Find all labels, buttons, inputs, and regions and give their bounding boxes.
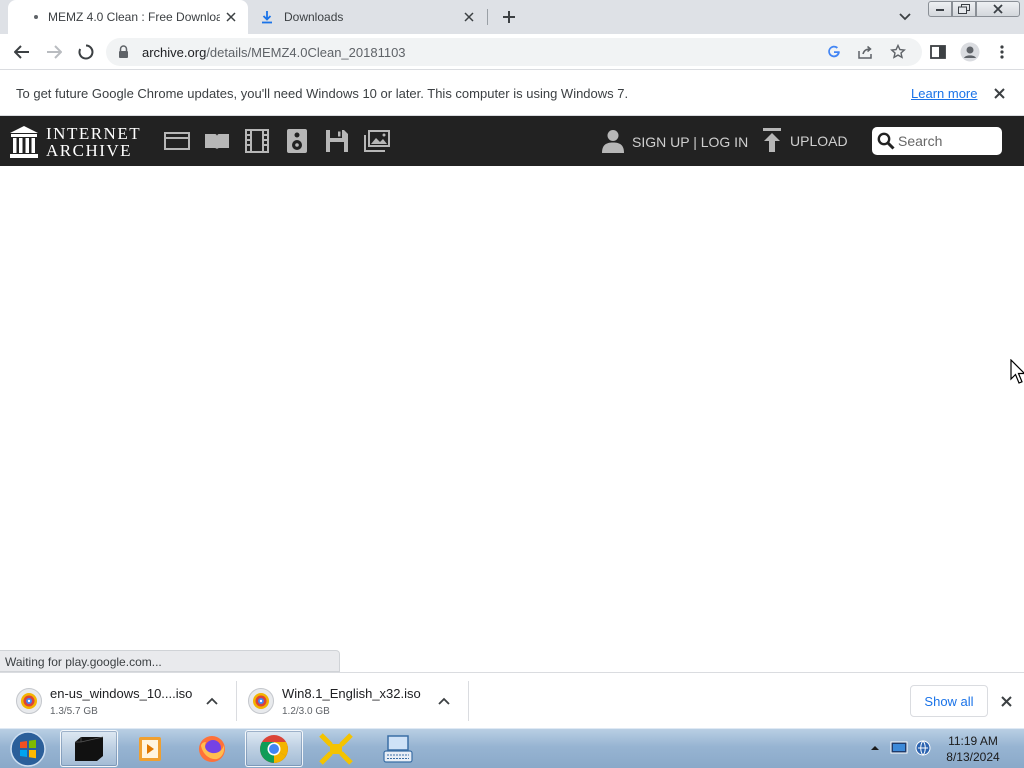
tab-title: MEMZ 4.0 Clean : Free Download: [48, 10, 220, 24]
download-meta: Win8.1_English_x32.iso 1.2/3.0 GB: [282, 686, 434, 717]
taskbar-keyboard-app[interactable]: [369, 730, 427, 767]
stop-loading-button[interactable]: [74, 40, 98, 64]
taskbar-firefox[interactable]: [183, 730, 241, 767]
download-separator: [468, 681, 469, 721]
side-panel-button[interactable]: [926, 40, 950, 64]
window-restore-button[interactable]: [952, 1, 976, 17]
sign-up-label: SIGN UP | LOG IN: [632, 134, 749, 150]
download-meta: en-us_windows_10....iso 1.3/5.7 GB: [50, 686, 202, 717]
ia-logo-text: INTERNET ARCHIVE: [46, 125, 141, 159]
download-progress: 1.3/5.7 GB: [50, 705, 98, 717]
chrome-icon: [260, 734, 288, 763]
forward-button[interactable]: [42, 40, 66, 64]
tab-close-icon[interactable]: [458, 6, 480, 28]
lock-icon[interactable]: [118, 45, 129, 64]
infobar-close-icon[interactable]: [990, 84, 1008, 102]
download-filename: Win8.1_English_x32.iso: [282, 685, 421, 701]
upload-link[interactable]: UPLOAD: [762, 128, 848, 152]
download-shelf: en-us_windows_10....iso 1.3/5.7 GB Win8.…: [0, 672, 1024, 728]
status-bubble: Waiting for play.google.com...: [0, 650, 340, 672]
media-player-icon: [139, 736, 161, 761]
web-icon[interactable]: [163, 128, 191, 154]
menu-kebab-icon[interactable]: [990, 40, 1014, 64]
ia-logo[interactable]: INTERNET ARCHIVE: [10, 125, 141, 159]
bookmark-star-icon[interactable]: [889, 43, 907, 61]
show-all-button[interactable]: Show all: [910, 685, 988, 717]
download-item[interactable]: Win8.1_English_x32.iso 1.2/3.0 GB: [232, 673, 454, 729]
update-infobar: To get future Google Chrome updates, you…: [0, 71, 1024, 116]
tab-separator: [487, 9, 488, 25]
profile-avatar[interactable]: [958, 40, 982, 64]
sign-up-login-link[interactable]: SIGN UP | LOG IN: [602, 129, 748, 153]
search-input[interactable]: [898, 131, 996, 151]
infobar-message: To get future Google Chrome updates, you…: [16, 86, 629, 101]
back-button[interactable]: [10, 40, 34, 64]
tab-strip: MEMZ 4.0 Clean : Free Download Downloads: [0, 0, 1024, 34]
taskbar-terminal[interactable]: [60, 730, 118, 767]
windows-orb-icon: [10, 731, 46, 767]
search-icon[interactable]: [877, 132, 895, 155]
learn-more-link[interactable]: Learn more: [911, 86, 977, 101]
upload-icon: [763, 128, 781, 152]
system-clock[interactable]: 11:19 AM 8/13/2024: [940, 733, 1006, 765]
firefox-icon: [199, 735, 225, 762]
page-content: [0, 166, 1024, 672]
tab-loading-icon: [34, 15, 38, 19]
action-center-icon[interactable]: [890, 739, 908, 757]
chevron-up-icon[interactable]: [202, 691, 222, 711]
terminal-app-icon: [75, 736, 104, 761]
user-icon: [602, 130, 624, 153]
shelf-close-icon[interactable]: [996, 691, 1016, 711]
google-lens-icon[interactable]: [825, 43, 843, 61]
images-icon[interactable]: [363, 128, 391, 154]
address-bar[interactable]: archive.org/details/MEMZ4.0Clean_2018110…: [106, 38, 922, 66]
tab-close-icon[interactable]: [220, 6, 242, 28]
audio-icon[interactable]: [283, 128, 311, 154]
start-button[interactable]: [6, 730, 50, 768]
taskbar-chrome[interactable]: [245, 730, 303, 767]
tab-title: Downloads: [284, 10, 344, 24]
ia-header: INTERNET ARCHIVE SIGN UP | LOG IN UPLOAD: [0, 116, 1024, 166]
ia-logo-line1: INTERNET: [46, 124, 142, 143]
window-minimize-button[interactable]: [928, 1, 952, 17]
download-progress: 1.2/3.0 GB: [282, 705, 330, 717]
download-icon: [260, 10, 274, 24]
ia-temple-icon: [10, 126, 38, 158]
tab-downloads[interactable]: Downloads: [252, 0, 486, 34]
clock-date: 8/13/2024: [946, 750, 1000, 764]
taskbar: 11:19 AM 8/13/2024: [0, 728, 1024, 768]
taskbar-media-player[interactable]: [121, 730, 179, 767]
chevron-up-icon[interactable]: [434, 691, 454, 711]
show-hidden-icons-icon[interactable]: [866, 739, 884, 757]
clock-time: 11:19 AM: [948, 734, 998, 748]
download-filename: en-us_windows_10....iso: [50, 685, 193, 701]
browser-toolbar: archive.org/details/MEMZ4.0Clean_2018110…: [0, 34, 1024, 70]
network-app-icon: [319, 732, 353, 765]
tab-memz[interactable]: MEMZ 4.0 Clean : Free Download: [8, 0, 248, 34]
disc-image-icon: [248, 688, 274, 714]
download-item[interactable]: en-us_windows_10....iso 1.3/5.7 GB: [0, 673, 222, 729]
network-tray-icon[interactable]: [914, 739, 932, 757]
window-close-button[interactable]: [976, 1, 1020, 17]
url-path: /details/MEMZ4.0Clean_20181103: [206, 45, 406, 60]
mouse-cursor-icon: [1010, 359, 1024, 384]
share-icon[interactable]: [857, 43, 875, 61]
ia-logo-line2: ARCHIVE: [46, 141, 133, 160]
url-host: archive.org: [142, 45, 207, 60]
video-icon[interactable]: [243, 128, 271, 154]
ia-search-box[interactable]: [872, 127, 1002, 155]
upload-label: UPLOAD: [790, 133, 848, 149]
keyboard-app-icon: [383, 734, 413, 763]
address-url[interactable]: archive.org/details/MEMZ4.0Clean_2018110…: [142, 45, 406, 60]
texts-icon[interactable]: [203, 128, 231, 154]
new-tab-button[interactable]: [498, 6, 520, 28]
tab-search-chevron-icon[interactable]: [895, 8, 915, 26]
taskbar-network-app[interactable]: [307, 730, 365, 767]
software-icon[interactable]: [323, 128, 351, 154]
disc-image-icon: [16, 688, 42, 714]
